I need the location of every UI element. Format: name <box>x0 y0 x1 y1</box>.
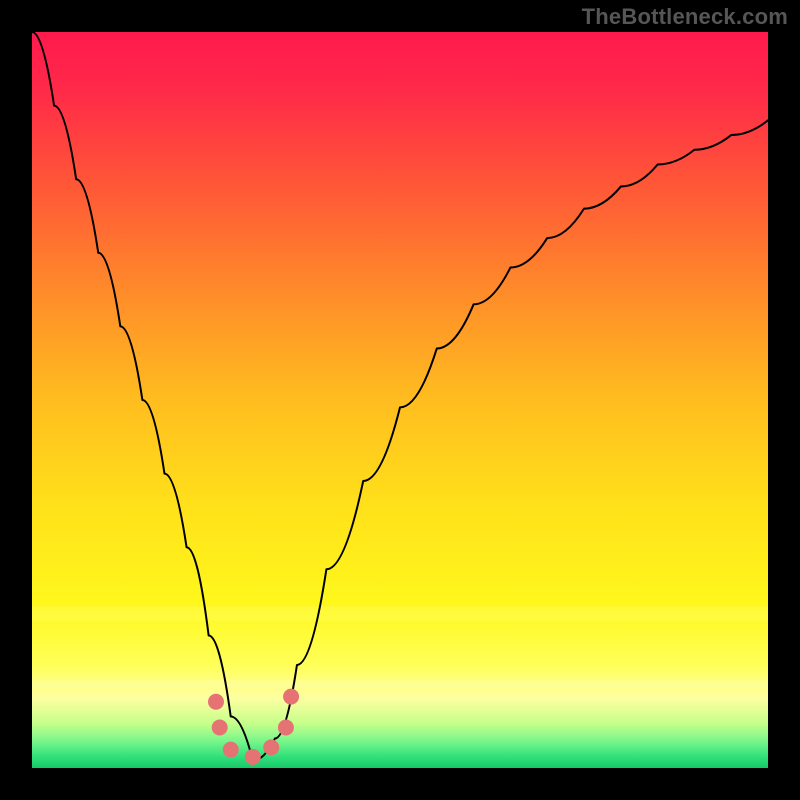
watermark-text: TheBottleneck.com <box>582 4 788 30</box>
curve-layer <box>32 32 768 768</box>
curve-marker <box>278 720 294 736</box>
plot-area <box>32 32 768 768</box>
curve-marker <box>208 694 224 710</box>
curve-marker <box>223 742 239 758</box>
curve-marker <box>263 739 279 755</box>
curve-marker <box>245 749 261 765</box>
curve-marker <box>212 720 228 736</box>
marker-group <box>208 689 299 765</box>
chart-frame: TheBottleneck.com <box>0 0 800 800</box>
bottleneck-curve <box>32 32 768 761</box>
curve-marker <box>283 689 299 705</box>
